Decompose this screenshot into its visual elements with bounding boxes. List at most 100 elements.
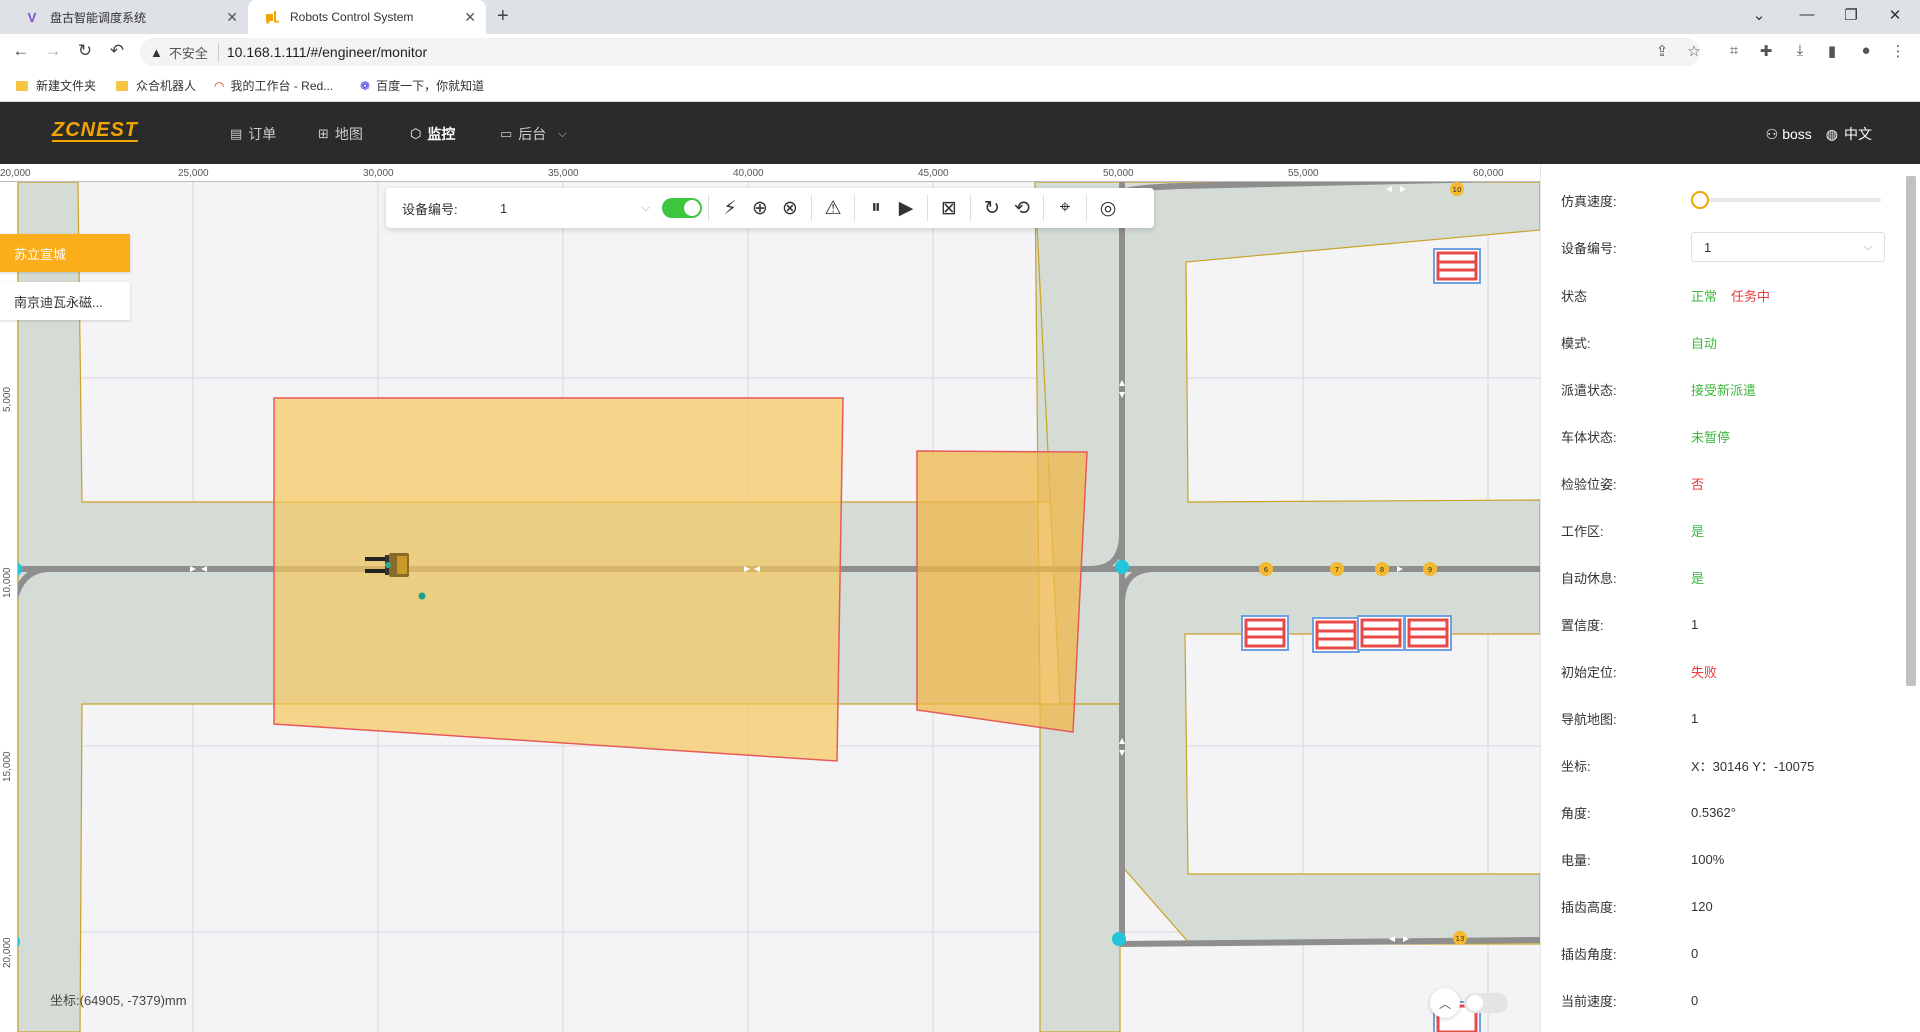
task-status-value: 任务中 [1731, 288, 1771, 304]
robot-info-panel: 仿真速度: 设备编号: 1 ⌵ 状态 正常 任务中 模式: 自动 派遣状态: 接… [1540, 164, 1920, 1032]
username[interactable]: boss [1782, 126, 1812, 142]
info-row-device: 设备编号: 1 ⌵ [1561, 232, 1901, 262]
warehouse-map[interactable]: 10 6 7 8 9 13 [0, 164, 1540, 1032]
close-tab-icon[interactable]: ✕ [464, 9, 476, 26]
info-label: 置信度: [1561, 617, 1604, 633]
locate-target-icon[interactable]: ◎ [1093, 193, 1123, 223]
play-icon[interactable]: ▶ [891, 193, 921, 223]
device-select[interactable]: 1 ⌵ [1691, 232, 1885, 262]
browser-tabstrip: V 盘古智能调度系统 ✕ Robots Control System ✕ + ⌄… [0, 0, 1920, 34]
sidepanel-icon[interactable]: ▮ [1822, 42, 1842, 60]
ruler-tick: 35,000 [548, 168, 579, 179]
info-label: 插齿角度: [1561, 946, 1617, 962]
new-tab-icon[interactable]: + [497, 5, 509, 28]
map-canvas[interactable]: 10 6 7 8 9 13 20,000 25,000 30,000 35,00… [0, 164, 1540, 1032]
device-number-select[interactable]: 1 ⌵ [500, 195, 650, 221]
work-zone-large[interactable] [273, 397, 844, 762]
info-label: 坐标: [1561, 758, 1591, 774]
info-value: 是 [1691, 523, 1705, 539]
chevron-up-icon[interactable]: ︿ [1430, 988, 1460, 1018]
divider [970, 195, 971, 221]
add-pallet-icon[interactable]: ⊕ [745, 193, 775, 223]
bookmark-item[interactable]: ❁ 百度一下，你就知道 [360, 77, 484, 94]
info-scrollbar[interactable] [1906, 176, 1916, 686]
undo-icon[interactable]: ↶ [106, 41, 128, 61]
share-icon[interactable]: ⇪ [1652, 42, 1672, 60]
close-tab-icon[interactable]: ✕ [226, 9, 238, 26]
divider [927, 195, 928, 221]
sync-icon[interactable]: ⟲ [1007, 193, 1037, 223]
info-label: 工作区: [1561, 523, 1604, 539]
download-icon[interactable]: ⤓ [1790, 42, 1810, 59]
divider [1043, 195, 1044, 221]
status-value: 正常 [1691, 288, 1718, 304]
warning-icon: ▲ [150, 44, 163, 60]
close-window-icon[interactable]: ✕ [1880, 6, 1910, 24]
station-label: 9 [1428, 566, 1432, 574]
follow-toggle[interactable] [662, 198, 702, 218]
nav-orders[interactable]: ▤ 订单 [230, 124, 276, 144]
restore-icon[interactable]: ❐ [1836, 6, 1866, 24]
forward-icon[interactable]: → [42, 41, 64, 61]
monitor-icon: ⬡ [410, 126, 422, 141]
refresh-icon[interactable]: ↻ [977, 193, 1007, 223]
language-switch[interactable]: 中文 [1844, 124, 1872, 144]
info-value: 100% [1691, 851, 1725, 867]
bookmark-label: 新建文件夹 [36, 79, 97, 93]
cancel-task-icon[interactable]: ⊠ [934, 193, 964, 223]
nav-monitor[interactable]: ⬡ 监控 [410, 124, 455, 144]
chevron-down-icon: ⌵ [558, 127, 567, 140]
station-label: 10 [1453, 186, 1462, 194]
info-label: 角度: [1561, 805, 1591, 821]
sim-speed-slider[interactable] [1691, 190, 1881, 210]
browser-tab-pangu[interactable]: V 盘古智能调度系统 ✕ [8, 0, 248, 34]
brand-logo[interactable]: ZCNEST [52, 120, 138, 142]
map-layer-toggle[interactable] [1464, 993, 1508, 1013]
menu-kebab-icon[interactable]: ⋮ [1888, 42, 1908, 60]
nav-map[interactable]: ⊞ 地图 [318, 124, 363, 144]
location-pin-icon[interactable]: ⌖ [1050, 193, 1080, 223]
ruler-tick: 50,000 [1103, 168, 1134, 179]
bookmark-item[interactable]: ◠ 我的工作台 - Red... [214, 77, 333, 94]
back-icon[interactable]: ← [10, 41, 32, 61]
info-value: 接受新派遣 [1691, 382, 1757, 398]
minimize-icon[interactable]: — [1792, 6, 1822, 23]
bookmark-item[interactable]: 众合机器人 [116, 77, 196, 94]
pause-icon[interactable]: ⏸ [861, 193, 891, 223]
browser-tab-rcs[interactable]: Robots Control System ✕ [248, 0, 486, 34]
info-value: X：30146 Y：-10075 [1691, 758, 1815, 774]
bookmark-star-icon[interactable]: ☆ [1684, 42, 1704, 60]
address-toolbar: ← → ↻ ↶ ▲ 不安全 10.168.1.111/#/engineer/mo… [0, 34, 1920, 70]
crop-icon[interactable]: ⌗ [1724, 42, 1744, 59]
station-label: 13 [1456, 935, 1465, 943]
info-label: 自动休息: [1561, 570, 1617, 586]
url-text[interactable]: 10.168.1.111/#/engineer/monitor [227, 44, 427, 60]
reload-icon[interactable]: ↻ [74, 41, 96, 61]
profile-icon[interactable]: ● [1856, 42, 1876, 59]
charge-icon[interactable]: ⚡ [715, 193, 745, 223]
alarm-icon[interactable]: ⚠ [818, 193, 848, 223]
slider-thumb[interactable] [1691, 191, 1709, 209]
omnibox[interactable]: ▲ 不安全 10.168.1.111/#/engineer/monitor [140, 38, 1700, 66]
info-row-confidence: 置信度: 1 [1561, 614, 1901, 634]
bookmark-label: 众合机器人 [136, 79, 197, 93]
nav-backend[interactable]: ▭ 后台 ⌵ [500, 124, 567, 144]
security-label: 不安全 [169, 42, 219, 62]
extensions-icon[interactable]: ✚ [1756, 42, 1776, 60]
site-item-nanjing[interactable]: 南京迪瓦永磁... [0, 282, 130, 320]
site-item-suli[interactable]: 苏立宣城 [0, 234, 130, 272]
work-zone-small[interactable] [916, 450, 1088, 733]
info-label: 导航地图: [1561, 711, 1617, 727]
slider-track[interactable] [1691, 198, 1881, 202]
bookmark-item[interactable]: 新建文件夹 [16, 77, 96, 94]
remove-pallet-icon[interactable]: ⊗ [775, 193, 805, 223]
info-value: 否 [1691, 476, 1705, 492]
chevron-down-icon: ⌵ [1863, 240, 1872, 253]
info-value: 是 [1691, 570, 1705, 586]
info-row-nav-map: 导航地图: 1 [1561, 708, 1901, 728]
ruler-tick: 55,000 [1288, 168, 1319, 179]
tab-search-icon[interactable]: ⌄ [1744, 6, 1774, 24]
divider [1086, 195, 1087, 221]
ruler-tick: 40,000 [733, 168, 764, 179]
device-select-value: 1 [1704, 239, 1712, 255]
